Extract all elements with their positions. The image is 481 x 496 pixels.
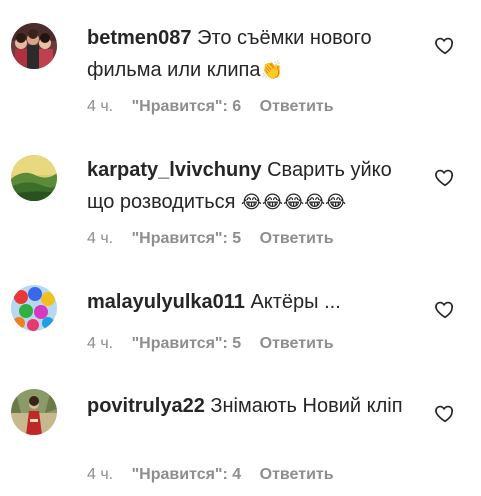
comment-text: betmen087 Это съёмки нового фильма или к… [87, 22, 407, 87]
comment-time[interactable]: 4 ч. [87, 98, 113, 115]
landscape-avatar-icon [11, 155, 57, 201]
like-heart-icon[interactable] [434, 402, 456, 424]
comment-username[interactable]: malayulyulka011 [87, 291, 245, 313]
comment-username[interactable]: karpaty_lvivchuny [87, 159, 262, 181]
person-avatar-icon [11, 389, 57, 435]
comment-body: Знімають Новий кліп [210, 395, 403, 417]
comment-likes[interactable]: "Нравится": 4 [132, 466, 242, 483]
laughing-emoji: 😂😂😂😂😂 [241, 192, 347, 213]
reply-button[interactable]: Ответить [260, 335, 334, 352]
comment-time[interactable]: 4 ч. [87, 466, 113, 483]
comment-meta: 4 ч. "Нравится": 5 Ответить [87, 229, 334, 249]
avatar[interactable] [11, 285, 57, 331]
comment-meta: 4 ч. "Нравится": 6 Ответить [87, 97, 334, 117]
comment-username[interactable]: povitrulya22 [87, 395, 205, 417]
comment-text: povitrulya22 Знімають Новий кліп [87, 390, 407, 422]
comment-text: karpaty_lvivchuny Сварить уйко що розвод… [87, 154, 407, 219]
comment-username[interactable]: betmen087 [87, 27, 192, 49]
reply-button[interactable]: Ответить [260, 466, 334, 483]
group-photo-avatar-icon [11, 23, 57, 69]
comment-body: Актёры ... [250, 291, 341, 313]
reply-button[interactable]: Ответить [260, 230, 334, 247]
clap-emoji: 👏 [260, 60, 283, 81]
comment-meta: 4 ч. "Нравится": 5 Ответить [87, 334, 334, 354]
like-heart-icon[interactable] [434, 166, 456, 188]
comment-likes[interactable]: "Нравится": 5 [132, 230, 242, 247]
comment-likes[interactable]: "Нравится": 5 [132, 335, 242, 352]
avatar[interactable] [11, 23, 57, 69]
comment-meta: 4 ч. "Нравится": 4 Ответить [87, 465, 334, 485]
like-heart-icon[interactable] [434, 298, 456, 320]
comment-time[interactable]: 4 ч. [87, 230, 113, 247]
avatar[interactable] [11, 389, 57, 435]
balloons-avatar-icon [11, 285, 57, 331]
avatar[interactable] [11, 155, 57, 201]
comment-time[interactable]: 4 ч. [87, 335, 113, 352]
reply-button[interactable]: Ответить [260, 98, 334, 115]
like-heart-icon[interactable] [434, 34, 456, 56]
comment-likes[interactable]: "Нравится": 6 [132, 98, 242, 115]
comment-text: malayulyulka011 Актёры ... [87, 286, 407, 318]
